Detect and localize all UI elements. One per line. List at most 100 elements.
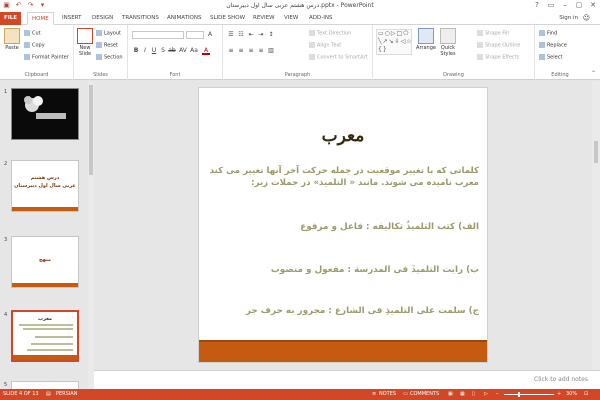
- thumbnail-slide-5[interactable]: 5: [4, 381, 79, 389]
- tab-file[interactable]: FILE: [0, 12, 22, 25]
- notes-placeholder[interactable]: Click to add notes: [534, 376, 588, 383]
- copy-label: Copy: [32, 42, 45, 49]
- zoom-slider[interactable]: [504, 394, 554, 395]
- slide-sorter-icon[interactable]: ▦: [460, 391, 465, 397]
- normal-view-icon[interactable]: ▣: [448, 391, 453, 397]
- select-button[interactable]: Select: [539, 54, 562, 61]
- increase-indent-icon[interactable]: ⇥: [257, 31, 265, 39]
- tab-home[interactable]: HOME: [27, 12, 54, 25]
- zoom-level[interactable]: 30%: [566, 391, 577, 397]
- slide-scroll-handle[interactable]: [594, 141, 598, 163]
- bullets-icon[interactable]: ☰: [227, 31, 235, 39]
- thumbnail-caption: معرب: [37, 316, 53, 322]
- thumbnail-slide-2[interactable]: 2 درس هشتم عربی سال اول دبیرستان: [4, 160, 79, 212]
- underline-button[interactable]: U: [150, 47, 158, 55]
- minimize-icon[interactable]: –: [560, 0, 570, 10]
- ribbon-display-icon[interactable]: ▭: [546, 0, 556, 10]
- section-button[interactable]: Section: [96, 54, 123, 61]
- zoom-out-icon[interactable]: –: [496, 391, 499, 397]
- new-slide-button[interactable]: New Slide: [75, 28, 95, 57]
- shape-effects-button[interactable]: Shape Effects: [477, 54, 519, 61]
- notes-pane[interactable]: Click to add notes: [94, 370, 600, 389]
- notes-toggle-button[interactable]: NOTES: [379, 391, 396, 397]
- italic-button[interactable]: I: [141, 47, 149, 55]
- slide-show-icon[interactable]: ▷: [484, 391, 488, 397]
- line-spacing-icon[interactable]: ↕: [267, 31, 275, 39]
- shadow-button[interactable]: S: [159, 47, 167, 55]
- feedback-smiley-icon[interactable]: ☺: [583, 14, 590, 22]
- font-size-dropdown[interactable]: [186, 31, 204, 39]
- help-icon[interactable]: ?: [532, 0, 542, 10]
- language-indicator[interactable]: PERSIAN: [56, 391, 77, 397]
- scissors-icon: [24, 30, 30, 36]
- decrease-indent-icon[interactable]: ⇤: [247, 31, 255, 39]
- reading-view-icon[interactable]: ▯: [472, 391, 475, 397]
- slide-example-a[interactable]: الف) کتب التلمیذُ تکالیفه : فاعل و مرفوع: [300, 222, 479, 232]
- font-name-dropdown[interactable]: [132, 31, 184, 39]
- align-right-icon[interactable]: ≡: [247, 47, 255, 55]
- fit-to-window-icon[interactable]: ⊡: [584, 391, 588, 397]
- slide-scrollbar[interactable]: [592, 81, 600, 370]
- collapse-ribbon-icon[interactable]: ⌃: [591, 70, 596, 77]
- tab-add-ins[interactable]: ADD-INS: [305, 12, 336, 25]
- new-slide-label: New Slide: [78, 45, 92, 57]
- thumbnail-text-line: [35, 336, 73, 338]
- copy-button[interactable]: Copy: [24, 42, 45, 49]
- slide-body-line-2[interactable]: معرب نامیده می شوند. مانند « التلمیذ» در…: [251, 178, 479, 188]
- tab-transitions[interactable]: TRANSITIONS: [118, 12, 163, 25]
- shape-fill-button[interactable]: Shape Fill: [477, 30, 509, 37]
- spell-check-icon[interactable]: ▤: [46, 391, 51, 397]
- layout-button[interactable]: Layout: [96, 30, 121, 37]
- zoom-slider-knob[interactable]: [518, 392, 520, 397]
- close-icon[interactable]: ✕: [588, 0, 598, 10]
- comments-button[interactable]: COMMENTS: [410, 391, 439, 397]
- cut-button[interactable]: Cut: [24, 30, 41, 37]
- title-bar: ▣ ↶ ↷ ▾ درس هشتم عربی سال اول دبیرستان.p…: [0, 0, 600, 12]
- reset-button[interactable]: Reset: [96, 42, 118, 49]
- shape-outline-button[interactable]: Shape Outline: [477, 42, 520, 49]
- tab-insert[interactable]: INSERT: [58, 12, 85, 25]
- grow-font-icon[interactable]: A: [206, 31, 214, 39]
- char-spacing-button[interactable]: AV: [179, 47, 187, 55]
- thumbnail-caption: منهج: [38, 257, 52, 263]
- text-direction-button[interactable]: Text Direction: [309, 30, 351, 37]
- bold-button[interactable]: B: [132, 47, 140, 55]
- align-center-icon[interactable]: ≡: [237, 47, 245, 55]
- slide-example-c[interactable]: ج) سلمت علی التلمیذِ فی الشارع : مجرور ب…: [246, 306, 479, 316]
- comments-icon[interactable]: ▭: [403, 391, 408, 397]
- justify-icon[interactable]: ≡: [257, 47, 265, 55]
- slide-body-line-1[interactable]: کلماتی که با تغییر موقعیت در جمله حرکت آ…: [210, 166, 479, 176]
- sign-in-link[interactable]: Sign in: [559, 15, 578, 21]
- maximize-icon[interactable]: ▢: [574, 0, 584, 10]
- shape-effects-label: Shape Effects: [485, 54, 520, 61]
- tab-slide-show[interactable]: SLIDE SHOW: [206, 12, 249, 25]
- arrange-button[interactable]: Arrange: [416, 28, 436, 51]
- thumbnail-slide-1[interactable]: 1: [4, 88, 79, 140]
- columns-icon[interactable]: ▥: [267, 47, 275, 55]
- strikethrough-button[interactable]: ab: [168, 47, 176, 55]
- current-slide[interactable]: معرب کلماتی که با تغییر موقعیت در جمله ح…: [198, 87, 488, 363]
- zoom-in-icon[interactable]: +: [557, 391, 561, 397]
- tab-view[interactable]: VIEW: [280, 12, 302, 25]
- notes-toggle-icon[interactable]: ≡: [372, 391, 376, 397]
- replace-button[interactable]: Replace: [539, 42, 567, 49]
- thumbnail-slide-3[interactable]: 3 منهج: [4, 236, 79, 288]
- font-color-button[interactable]: A: [202, 47, 210, 55]
- shapes-gallery[interactable]: ▭○▷□⬠ ╲↗↘⇩◁☆ {}⌒△▭▷◇: [376, 29, 412, 55]
- thumbnail-slide-4[interactable]: 4 معرب: [4, 310, 79, 362]
- format-painter-button[interactable]: Format Painter: [24, 54, 69, 61]
- change-case-button[interactable]: Aa: [190, 47, 198, 55]
- paste-button[interactable]: Paste: [2, 28, 22, 51]
- quick-styles-button[interactable]: Quick Styles: [437, 28, 459, 57]
- align-left-icon[interactable]: ≡: [227, 47, 235, 55]
- thumbnail-scroll-handle[interactable]: [89, 85, 93, 175]
- tab-design[interactable]: DESIGN: [88, 12, 117, 25]
- tab-review[interactable]: REVIEW: [249, 12, 279, 25]
- slide-title[interactable]: معرب: [199, 126, 487, 146]
- align-text-button[interactable]: Align Text: [309, 42, 341, 49]
- convert-smartart-button[interactable]: Convert to SmartArt: [309, 54, 368, 61]
- slide-example-b[interactable]: ب) رایت التلمیذَ فی المدرسة : مفعول و من…: [271, 265, 479, 275]
- tab-animations[interactable]: ANIMATIONS: [163, 12, 206, 25]
- find-button[interactable]: Find: [539, 30, 557, 37]
- numbering-icon[interactable]: ☷: [237, 31, 245, 39]
